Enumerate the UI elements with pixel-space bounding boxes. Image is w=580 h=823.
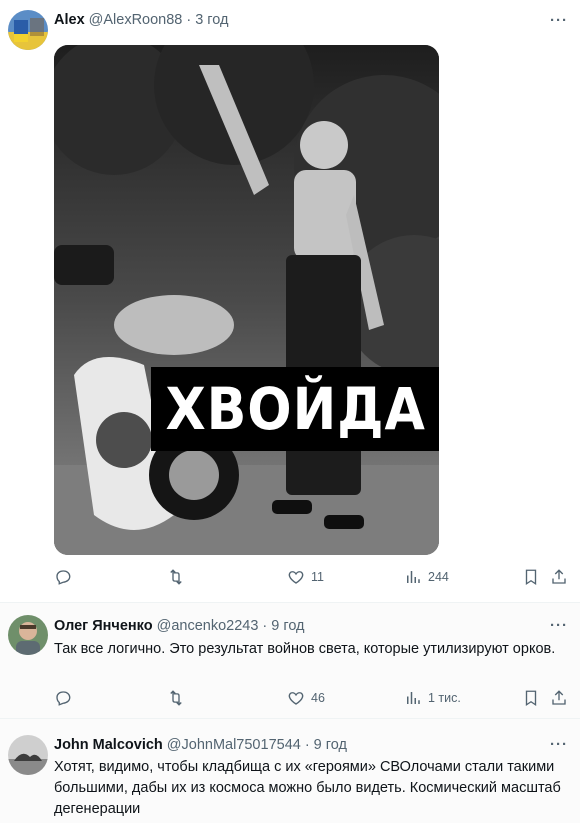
tweet-actions: 11 244 bbox=[54, 568, 570, 590]
author-name[interactable]: John Malcovich bbox=[54, 737, 163, 753]
timestamp[interactable]: 9 год bbox=[271, 618, 304, 634]
author-name[interactable]: Олег Янченко bbox=[54, 618, 153, 634]
avatar-image bbox=[8, 10, 48, 50]
share-icon bbox=[552, 690, 566, 705]
avatar[interactable] bbox=[8, 10, 48, 50]
views-count: 244 bbox=[428, 570, 449, 584]
repost-button[interactable] bbox=[167, 689, 191, 707]
avatar-image bbox=[8, 615, 48, 655]
views-button[interactable]: 1 тис. bbox=[404, 689, 461, 707]
views-count: 1 тис. bbox=[428, 691, 461, 705]
like-button[interactable]: 11 bbox=[287, 568, 324, 586]
author-handle[interactable]: @AlexRoon88 bbox=[89, 12, 183, 28]
separator-dot: · bbox=[186, 12, 192, 28]
bookmark-icon bbox=[525, 569, 537, 586]
bookmark-button[interactable] bbox=[522, 689, 540, 707]
image-caption-box: ХВОЙДА bbox=[151, 367, 439, 451]
tweet-header: Alex @AlexRoon88 · 3 год bbox=[54, 12, 229, 28]
tweet-header: John Malcovich @JohnMal75017544 · 9 год bbox=[54, 737, 347, 753]
bookmark-button[interactable] bbox=[522, 568, 540, 586]
like-count: 46 bbox=[311, 691, 325, 705]
tweet-3[interactable]: John Malcovich @JohnMal75017544 · 9 год … bbox=[0, 718, 580, 823]
like-count: 11 bbox=[311, 570, 324, 584]
timestamp[interactable]: 9 год bbox=[314, 737, 347, 753]
more-options-icon[interactable]: ··· bbox=[550, 12, 568, 29]
separator-dot: · bbox=[304, 737, 310, 753]
image-caption-text: ХВОЙДА bbox=[165, 375, 427, 443]
tweet-2[interactable]: Олег Янченко @ancenko2243 · 9 год ··· Та… bbox=[0, 602, 580, 718]
timestamp[interactable]: 3 год bbox=[195, 12, 228, 28]
tweet-image[interactable]: ХВОЙДА bbox=[54, 45, 439, 555]
tweet-text: Хотят, видимо, чтобы кладбища с их «геро… bbox=[54, 759, 561, 817]
separator-dot: · bbox=[262, 618, 268, 634]
reply-icon bbox=[56, 570, 71, 585]
reply-button[interactable] bbox=[54, 568, 78, 586]
views-button[interactable]: 244 bbox=[404, 568, 449, 586]
photo-illustration bbox=[54, 45, 439, 555]
avatar[interactable] bbox=[8, 615, 48, 655]
author-handle[interactable]: @JohnMal75017544 bbox=[167, 737, 301, 753]
avatar-image bbox=[8, 735, 48, 775]
bookmark-icon bbox=[525, 690, 537, 707]
avatar[interactable] bbox=[8, 735, 48, 775]
like-button[interactable]: 46 bbox=[287, 689, 325, 707]
heart-icon bbox=[288, 571, 304, 584]
reply-icon bbox=[56, 691, 71, 706]
views-chart-icon bbox=[407, 571, 420, 583]
author-name[interactable]: Alex bbox=[54, 12, 85, 28]
more-options-icon[interactable]: ··· bbox=[550, 617, 568, 634]
tweet-1[interactable]: Alex @AlexRoon88 · 3 год ··· ХВОЙДА 11 2… bbox=[0, 0, 580, 602]
heart-icon bbox=[288, 692, 304, 705]
tweet-text: Так все логично. Это результат войнов св… bbox=[54, 641, 556, 657]
repost-icon bbox=[170, 569, 182, 585]
reply-button[interactable] bbox=[54, 689, 78, 707]
tweet-actions: 46 1 тис. bbox=[54, 689, 570, 711]
author-handle[interactable]: @ancenko2243 bbox=[157, 618, 259, 634]
repost-icon bbox=[170, 690, 182, 706]
share-button[interactable] bbox=[550, 689, 568, 707]
views-chart-icon bbox=[407, 692, 420, 704]
share-icon bbox=[552, 569, 566, 584]
more-options-icon[interactable]: ··· bbox=[550, 736, 568, 753]
repost-button[interactable] bbox=[167, 568, 191, 586]
share-button[interactable] bbox=[550, 568, 568, 586]
tweet-header: Олег Янченко @ancenko2243 · 9 год bbox=[54, 618, 305, 634]
